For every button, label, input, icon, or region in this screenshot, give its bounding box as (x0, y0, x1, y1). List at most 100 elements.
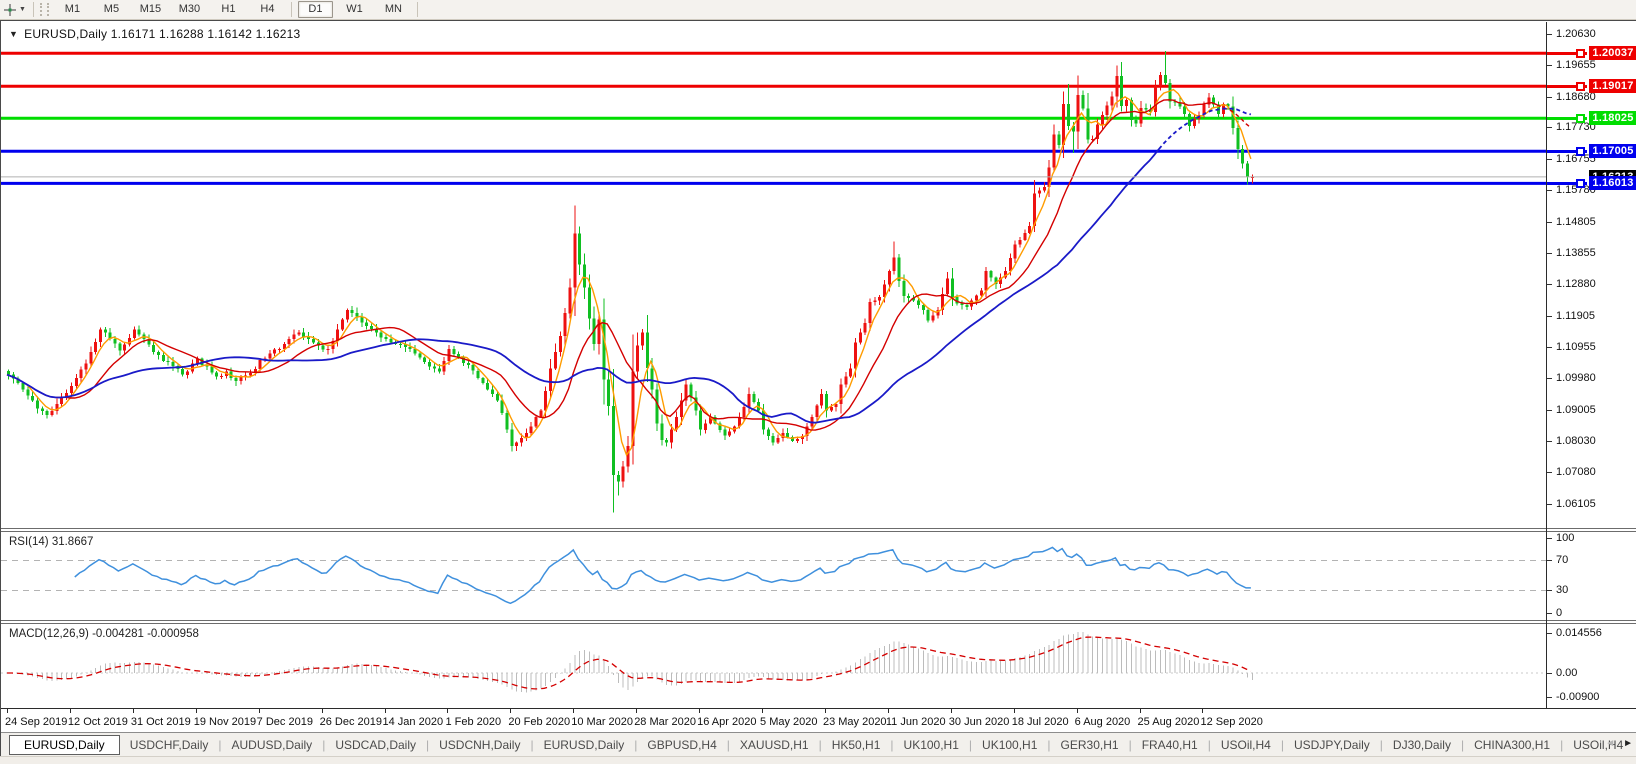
date-tick-mark (1076, 709, 1078, 713)
date-label: 16 Apr 2020 (697, 716, 757, 728)
date-tick-mark (1139, 709, 1141, 713)
chart-tab-usdcnh-daily[interactable]: USDCNH,Daily (429, 735, 530, 755)
chart-tab-hk50-h1[interactable]: HK50,H1 (822, 735, 891, 755)
price-tick-mark (1547, 346, 1552, 348)
date-tick-mark (1202, 709, 1204, 713)
rsi-tick-mark (1547, 612, 1552, 614)
timeframe-mn-button[interactable]: MN (376, 1, 411, 18)
chart-cursor-tool-button[interactable]: ▼ (0, 1, 29, 18)
date-label: 31 Oct 2019 (130, 716, 191, 728)
timeframe-m1-button[interactable]: M1 (55, 1, 90, 18)
timeframe-toolbar: ▼ M1 M5 M15 M30 H1 H4 D1 W1 MN (0, 0, 1636, 20)
price-tick-mark (1547, 315, 1552, 317)
macd-tick-label: -0.00900 (1556, 690, 1600, 703)
timeframe-w1-button[interactable]: W1 (337, 1, 372, 18)
collapse-arrow-icon[interactable]: ▼ (9, 29, 18, 39)
timeframe-h1-button[interactable]: H1 (211, 1, 246, 18)
tab-scroll-left-icon[interactable]: ◄ (1605, 738, 1615, 749)
date-tick-mark (258, 709, 260, 713)
date-tick-mark (1013, 709, 1015, 713)
chart-tab-audusd-daily[interactable]: AUDUSD,Daily (222, 735, 323, 755)
rsi-tick-mark (1547, 560, 1552, 561)
chart-tab-fra40-h1[interactable]: FRA40,H1 (1132, 735, 1208, 755)
date-label: 30 Jun 2020 (948, 716, 1010, 728)
timeframe-m5-button[interactable]: M5 (94, 1, 129, 18)
price-tick-mark (1547, 503, 1552, 505)
date-label: 20 Feb 2020 (508, 716, 571, 728)
macd-tick-label: 0.00 (1556, 666, 1578, 679)
rsi-tick-label: 100 (1556, 531, 1575, 544)
macd-tick-label: 0.014556 (1556, 627, 1602, 640)
rsi-tick-label: 70 (1556, 554, 1569, 566)
chart-tab-eurusd-daily[interactable]: EURUSD,Daily (9, 735, 120, 755)
price-tick-label: 1.12880 (1556, 278, 1596, 291)
date-label: 14 Jan 2020 (382, 716, 444, 728)
macd-axis[interactable]: 0.014556 0.00 -0.00900 (1547, 624, 1636, 708)
chart-tab-usdjpy-daily[interactable]: USDJPY,Daily (1284, 735, 1380, 755)
timeframe-d1-button[interactable]: D1 (297, 1, 333, 18)
price-tick-label: 1.07080 (1556, 465, 1596, 478)
date-tick-mark (887, 709, 889, 713)
hline-drag-handle[interactable] (1576, 146, 1585, 156)
price-tick-mark (1547, 221, 1552, 223)
macd-signal-line (7, 636, 1252, 690)
chart-tab-eurusd-daily[interactable]: EURUSD,Daily (534, 735, 635, 755)
macd-indicator-label: MACD(12,26,9) -0.004281 -0.000958 (9, 628, 199, 640)
chart-tab-dj30-daily[interactable]: DJ30,Daily (1383, 735, 1461, 755)
date-label: 11 Jun 2020 (885, 716, 946, 728)
macd-tick-mark (1547, 696, 1552, 698)
price-tick-label: 1.06105 (1556, 497, 1596, 510)
chart-tab-xauusd-h1[interactable]: XAUUSD,H1 (730, 735, 819, 755)
hline-drag-handle[interactable] (1576, 48, 1585, 58)
price-tick-mark (1547, 158, 1552, 160)
macd-indicator-canvas[interactable] (1, 624, 1547, 708)
date-tick-mark (510, 709, 512, 713)
date-label: 28 Mar 2020 (634, 716, 696, 728)
date-label: 1 Feb 2020 (445, 716, 502, 728)
chart-tab-gbpusd-h4[interactable]: GBPUSD,H4 (637, 735, 726, 755)
hline-drag-handle[interactable] (1576, 81, 1585, 91)
price-tick-label: 1.19655 (1556, 59, 1596, 72)
price-tick-mark (1547, 284, 1552, 286)
date-tick-mark (636, 709, 638, 713)
date-axis[interactable]: 24 Sep 2019 12 Oct 2019 31 Oct 2019 19 Nov … (1, 708, 1636, 732)
chart-tab-usoil-h4[interactable]: USOil,H4 (1211, 735, 1281, 755)
chart-tab-usdchf-daily[interactable]: USDCHF,Daily (120, 735, 219, 755)
rsi-tick-label: 30 (1556, 584, 1569, 596)
price-axis[interactable]: 1.20630 1.19655 1.18680 1.17730 1.16755 1.157… (1547, 22, 1636, 528)
hline-drag-handle[interactable] (1576, 178, 1585, 188)
rsi-indicator-canvas[interactable] (1, 532, 1547, 620)
price-tick-mark (1547, 441, 1552, 443)
chart-tab-usdcad-daily[interactable]: USDCAD,Daily (325, 735, 426, 755)
timeframe-m30-button[interactable]: M30 (172, 1, 207, 18)
macd-histogram (12, 632, 1253, 693)
chart-tab-china300-h1[interactable]: CHINA300,H1 (1464, 735, 1560, 755)
date-label: 5 May 2020 (760, 716, 818, 728)
toolbar-grip-handle[interactable] (39, 3, 49, 16)
cursor-tool-dropdown-icon[interactable]: ▼ (19, 6, 26, 13)
chart-cursor-icon (4, 3, 16, 16)
status-strip (0, 756, 1636, 764)
tab-scroll-right-icon[interactable]: ► (1623, 738, 1633, 749)
rsi-tick-label: 0 (1556, 606, 1563, 619)
date-label: 10 Mar 2020 (571, 716, 634, 728)
hline-drag-handle[interactable] (1576, 113, 1585, 123)
timeframe-m15-button[interactable]: M15 (133, 1, 168, 18)
rsi-axis[interactable]: 100 70 30 0 (1547, 532, 1636, 620)
trading-platform-window: ▼ M1 M5 M15 M30 H1 H4 D1 W1 MN ▼ EURUSD,Daily 1.… (0, 0, 1636, 764)
chart-tab-ger30-h1[interactable]: GER30,H1 (1051, 735, 1129, 755)
chart-tabs: EURUSD,Daily USDCHF,Daily | AUDUSD,Daily | US… (1, 735, 1633, 755)
date-tick-mark (69, 709, 71, 713)
date-label: 12 Sep 2020 (1200, 716, 1263, 728)
chart-tab-uk100-h1[interactable]: UK100,H1 (972, 735, 1047, 755)
date-tick-mark (950, 709, 952, 713)
chart-tab-uk100-h1[interactable]: UK100,H1 (894, 735, 969, 755)
timeframe-h4-button[interactable]: H4 (250, 1, 285, 18)
date-tick-mark (824, 709, 826, 713)
main-price-chart-canvas[interactable] (1, 22, 1547, 528)
price-tick-label: 1.09980 (1556, 372, 1596, 385)
horizontal-line-objects[interactable] (1, 51, 1546, 185)
hline-price-label: 1.20037 (1589, 46, 1636, 61)
hline-price-label: 1.18025 (1589, 111, 1636, 126)
macd-tick-mark (1547, 672, 1552, 674)
